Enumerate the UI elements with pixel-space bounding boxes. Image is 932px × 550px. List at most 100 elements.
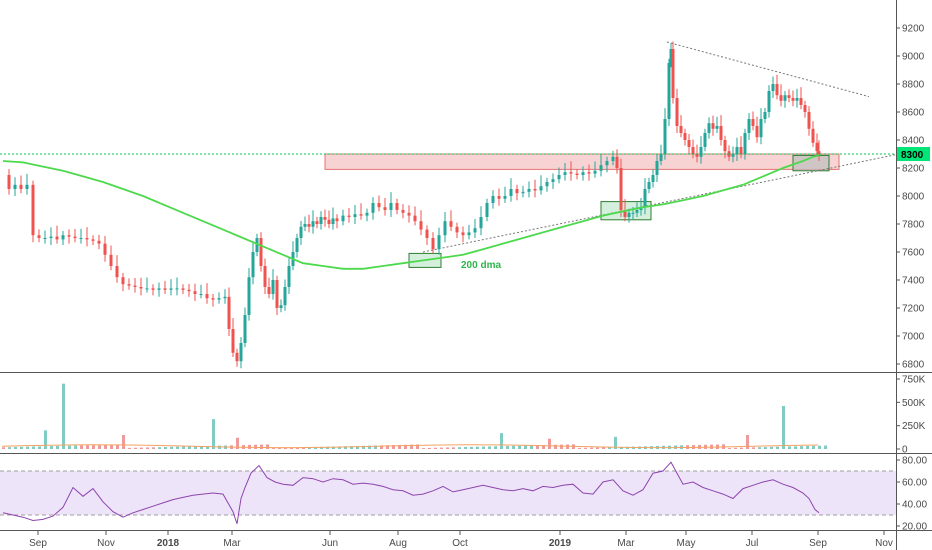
volume-bar — [512, 445, 515, 449]
candle-body — [497, 196, 501, 199]
candle-body — [667, 63, 671, 119]
candle-body — [449, 221, 453, 227]
volume-bar — [176, 446, 179, 449]
candle-body — [699, 147, 703, 157]
rsi-tick-label: 80.00 — [902, 456, 927, 467]
candle-body — [767, 91, 771, 112]
volume-bar — [560, 444, 563, 449]
candle-body — [557, 175, 561, 180]
volume-bar — [752, 447, 755, 449]
volume-bar — [740, 447, 743, 449]
volume-bar — [104, 444, 107, 449]
price-tick-label: 8400 — [902, 136, 925, 147]
volume-bar — [86, 445, 89, 449]
volume-bar — [188, 446, 191, 449]
candle-body — [73, 236, 77, 238]
candle-body — [13, 184, 17, 189]
volume-bar — [74, 445, 77, 449]
price-tick-label: 8800 — [902, 80, 925, 91]
volume-bar — [260, 444, 263, 449]
candle-body — [619, 168, 623, 210]
candle-body — [443, 221, 447, 236]
volume-bar — [770, 446, 773, 449]
volume-bar — [50, 446, 53, 449]
time-tick-label: Jul — [746, 538, 759, 549]
volume-bar — [266, 444, 269, 449]
candle-body — [593, 170, 597, 174]
candle-body — [287, 266, 291, 287]
candle-body — [19, 184, 23, 189]
volume-panel[interactable] — [0, 373, 896, 453]
candle-body — [307, 224, 311, 227]
candle-body — [715, 126, 719, 129]
volume-bar — [44, 430, 47, 449]
volume-bar — [566, 444, 569, 449]
candle-body — [359, 214, 363, 216]
candle-body — [437, 235, 441, 250]
rsi-tick-label: 40.00 — [902, 500, 927, 511]
candle-body — [679, 126, 683, 133]
volume-bar — [140, 447, 143, 449]
dma-annotation-label: 200 dma — [461, 260, 501, 271]
candle-body — [103, 243, 107, 255]
candle-body — [779, 95, 783, 101]
candle-body — [473, 228, 477, 233]
price-tick-label: 7600 — [902, 248, 925, 259]
candle-body — [719, 126, 723, 140]
time-tick-label: Nov — [875, 538, 893, 549]
candle-body — [231, 329, 235, 353]
candle-body — [747, 119, 751, 133]
candle-body — [539, 186, 543, 191]
chart-canvas[interactable]: 6800 7000 7200 7400 7600 7800 8000 8200 8400 8600… — [0, 0, 932, 550]
candle-body — [763, 112, 767, 119]
volume-bar — [212, 419, 215, 449]
volume-bar — [38, 446, 41, 449]
candle-body — [157, 288, 161, 290]
price-panel[interactable] — [0, 0, 896, 372]
candle-body — [479, 217, 483, 229]
volume-bar — [596, 447, 599, 449]
candle-body — [115, 266, 119, 278]
candle-body — [243, 315, 247, 343]
candle-body — [211, 298, 215, 300]
candle-body — [139, 287, 143, 289]
candle-body — [735, 147, 739, 154]
time-tick-label: Mar — [223, 538, 241, 549]
volume-bar — [92, 445, 95, 449]
volume-bar — [26, 446, 29, 449]
candle-body — [605, 161, 609, 166]
volume-axis-ticks: 750K 500K 250K 0 — [896, 375, 926, 456]
rsi-tick-label: 20.00 — [902, 522, 927, 533]
price-tick-label: 9200 — [902, 24, 925, 35]
candle-body — [651, 175, 655, 182]
time-tick-label: Mar — [617, 538, 635, 549]
candle-body — [7, 175, 11, 189]
candle-body — [271, 280, 275, 294]
candle-body — [675, 98, 679, 126]
volume-bar — [500, 433, 503, 449]
volume-bar — [794, 446, 797, 449]
candle-body — [655, 161, 659, 175]
candle-body — [803, 105, 807, 112]
candle-body — [175, 288, 179, 290]
volume-bar — [518, 445, 521, 449]
candle-body — [389, 203, 393, 210]
candle-body — [91, 239, 95, 241]
volume-bar — [776, 446, 779, 449]
volume-bar — [728, 447, 731, 449]
candle-body — [467, 232, 471, 236]
volume-bar — [98, 444, 101, 449]
candle-body — [295, 238, 299, 252]
volume-bar — [800, 446, 803, 449]
candle-body — [25, 184, 29, 189]
volume-bar — [440, 447, 443, 449]
volume-bar — [62, 383, 65, 449]
volume-bar — [524, 445, 527, 449]
candle-body — [407, 212, 411, 216]
candle-body — [643, 189, 647, 208]
volume-bar — [8, 447, 11, 449]
candle-body — [739, 147, 743, 154]
candle-body — [787, 95, 791, 98]
time-tick-label: Sep — [29, 538, 47, 549]
volume-bar — [758, 447, 761, 449]
